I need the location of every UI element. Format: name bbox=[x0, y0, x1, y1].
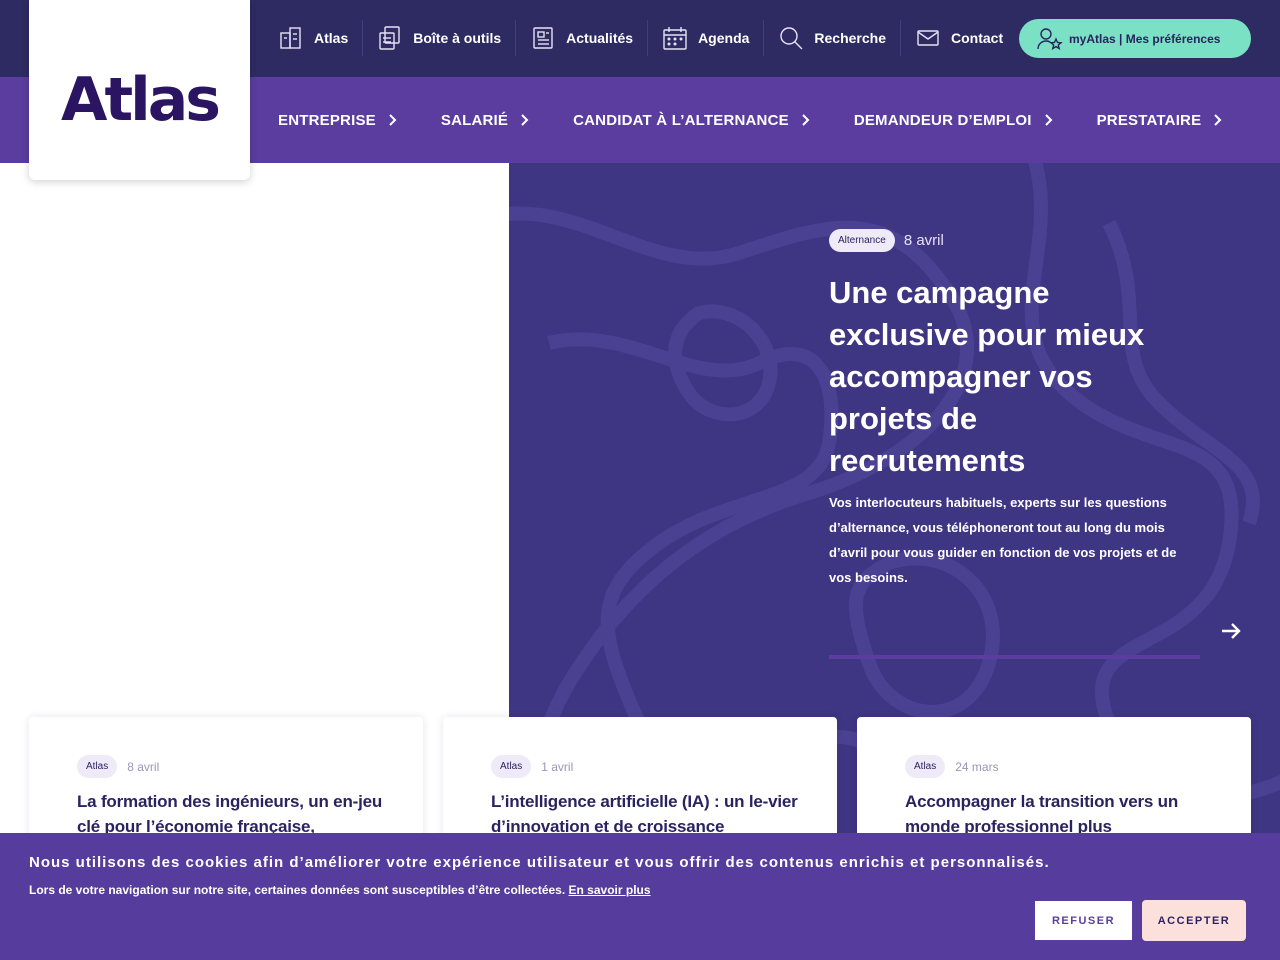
myatlas-preferences-button[interactable]: myAtlas | Mes préférences bbox=[1019, 19, 1251, 58]
nav-item-candidat-alternance[interactable]: CANDIDAT À L’ALTERNANCE bbox=[573, 112, 810, 129]
news-date: 24 mars bbox=[955, 759, 999, 774]
top-link-contact[interactable]: Contact bbox=[901, 20, 1017, 56]
top-link-news[interactable]: Actualités bbox=[516, 20, 649, 56]
top-links: Atlas Boîte à outils Actualités Agenda R… bbox=[276, 20, 1017, 56]
nav-item-demandeur-emploi[interactable]: DEMANDEUR D’EMPLOI bbox=[854, 112, 1053, 129]
cookie-accept-button[interactable]: ACCEPTER bbox=[1142, 900, 1246, 941]
cookie-message: Nous utilisons des cookies afin d’amélio… bbox=[29, 854, 1050, 871]
hero-tag[interactable]: Alternance bbox=[829, 229, 895, 252]
arrow-right-icon bbox=[1222, 623, 1241, 639]
top-link-label: Agenda bbox=[698, 30, 750, 46]
newspaper-icon bbox=[530, 25, 556, 51]
hero-date: 8 avril bbox=[903, 232, 944, 249]
nav-item-prestataire[interactable]: PRESTATAIRE bbox=[1097, 112, 1223, 129]
chevron-right-icon bbox=[801, 114, 810, 126]
top-link-atlas[interactable]: Atlas bbox=[276, 20, 364, 56]
hero-next-arrow[interactable] bbox=[1219, 619, 1243, 643]
hero-content: Alternance 8 avril Une campagne exclusiv… bbox=[829, 229, 1179, 590]
nav-item-label: CANDIDAT À L’ALTERNANCE bbox=[573, 111, 789, 129]
news-tag[interactable]: Atlas bbox=[77, 755, 118, 778]
news-tag[interactable]: Atlas bbox=[905, 755, 946, 778]
user-star-icon bbox=[1037, 27, 1063, 50]
nav-item-label: ENTREPRISE bbox=[278, 111, 376, 129]
nav-item-salarie[interactable]: SALARIÉ bbox=[441, 112, 529, 129]
top-link-label: Actualités bbox=[566, 30, 634, 46]
chevron-right-icon bbox=[1044, 114, 1053, 126]
news-title[interactable]: Accompagner la transition vers un monde … bbox=[905, 789, 1215, 839]
top-link-label: Boîte à outils bbox=[413, 30, 502, 46]
chevron-right-icon bbox=[520, 114, 529, 126]
calendar-icon bbox=[662, 25, 688, 51]
nav-item-label: SALARIÉ bbox=[440, 111, 509, 129]
hero-progress-bar bbox=[829, 655, 1200, 659]
chevron-right-icon bbox=[1213, 114, 1222, 126]
hero-title[interactable]: Une campagne exclusive pour mieux accomp… bbox=[829, 272, 1179, 482]
news-tag[interactable]: Atlas bbox=[491, 755, 532, 778]
news-date: 8 avril bbox=[127, 759, 160, 774]
top-link-label: Atlas bbox=[314, 30, 349, 46]
top-link-search[interactable]: Recherche bbox=[764, 20, 901, 56]
news-date: 1 avril bbox=[541, 759, 574, 774]
news-title[interactable]: La formation des ingénieurs, un en-jeu c… bbox=[77, 789, 387, 839]
top-link-agenda[interactable]: Agenda bbox=[648, 20, 765, 56]
nav-item-entreprise[interactable]: ENTREPRISE bbox=[278, 112, 397, 129]
cookie-learn-more-link[interactable]: En savoir plus bbox=[569, 883, 651, 897]
cookie-banner: Nous utilisons des cookies afin d’amélio… bbox=[0, 833, 1280, 960]
atlas-logo[interactable]: Atlas bbox=[29, 0, 250, 180]
logo-text: Atlas bbox=[61, 65, 221, 135]
myatlas-label: myAtlas | Mes préférences bbox=[1069, 31, 1221, 46]
nav-item-label: PRESTATAIRE bbox=[1096, 111, 1202, 129]
nav-item-label: DEMANDEUR D’EMPLOI bbox=[853, 111, 1032, 129]
search-icon bbox=[778, 25, 804, 51]
top-link-toolbox[interactable]: Boîte à outils bbox=[363, 20, 517, 56]
mail-icon bbox=[915, 25, 941, 51]
chevron-right-icon bbox=[388, 114, 397, 126]
top-link-label: Contact bbox=[951, 30, 1004, 46]
top-link-label: Recherche bbox=[814, 30, 886, 46]
documents-icon bbox=[377, 25, 403, 51]
hero-description: Vos interlocuteurs habituels, experts su… bbox=[829, 495, 1177, 585]
cookie-detail: Lors de votre navigation sur notre site,… bbox=[29, 883, 651, 897]
cookie-detail-text: Lors de votre navigation sur notre site,… bbox=[29, 883, 566, 897]
cookie-refuse-button[interactable]: REFUSER bbox=[1034, 900, 1133, 941]
news-title[interactable]: L’intelligence artificielle (IA) : un le… bbox=[491, 789, 801, 839]
buildings-icon bbox=[278, 25, 304, 51]
